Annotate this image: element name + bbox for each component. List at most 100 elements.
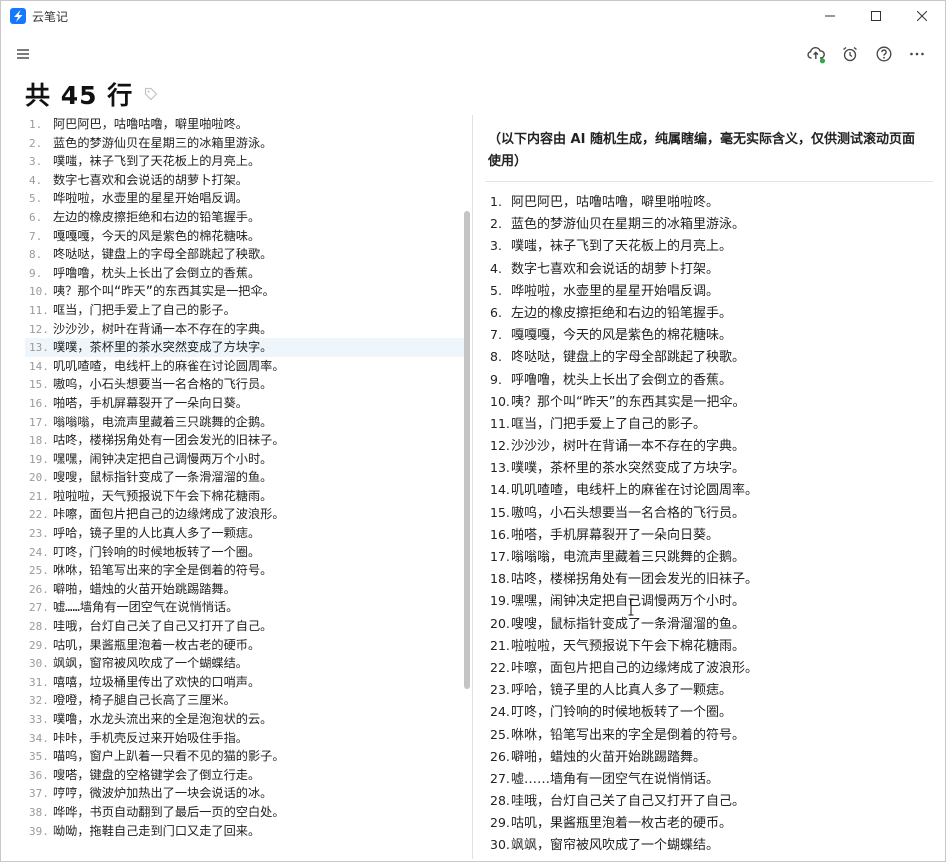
list-item-text: 嘎嘎嘎，今天的风是紫色的棉花糖味。 <box>511 328 733 344</box>
editor-line[interactable]: 25. 咻咻，铅笔写出来的字全是倒着的符号。 <box>25 561 465 580</box>
editor-line[interactable]: 16. 啪嗒，手机屏幕裂开了一朵向日葵。 <box>25 394 465 413</box>
editor-line[interactable]: 28. 哇哦，台灯自己关了自己又打开了自己。 <box>25 617 465 636</box>
editor-line[interactable]: 1. 阿巴阿巴，咕噜咕噜，噼里啪啦咚。 <box>25 115 465 134</box>
cloud-sync-button[interactable] <box>806 44 826 64</box>
list-item-text: 咚哒哒，键盘上的字母全部跳起了秧歌。 <box>511 350 746 366</box>
list-item-number: 2. <box>490 216 502 232</box>
list-item-text: 左边的橡皮擦拒绝和右边的铅笔握手。 <box>511 305 733 321</box>
list-item-number: 6. <box>490 304 502 320</box>
list-item-number: 7. <box>490 327 502 343</box>
preview-list-item: 2. 蓝色的梦游仙贝在星期三的冰箱里游泳。 <box>485 213 933 235</box>
list-item-number: 1. <box>490 194 502 209</box>
editor-line[interactable]: 34. 咔咔，手机壳反过来开始吸住手指。 <box>25 729 465 748</box>
editor-line[interactable]: 20. 嗖嗖，鼠标指针变成了一条滑溜溜的鱼。 <box>25 468 465 487</box>
editor-line[interactable]: 33. 噗噜，水龙头流出来的全是泡泡状的云。 <box>25 710 465 729</box>
editor-line[interactable]: 38. 哗哗，书页自动翻到了最后一页的空白处。 <box>25 803 465 822</box>
list-item-number: 20. <box>490 615 510 631</box>
help-button[interactable] <box>874 44 894 64</box>
editor-line[interactable]: 9. 呼噜噜，枕头上长出了会倒立的香蕉。 <box>25 264 465 283</box>
preview-pane[interactable]: （以下内容由 AI 随机生成，纯属瞎编，毫无实际含义，仅供测试滚动页面使用） 1… <box>485 115 933 855</box>
editor-line[interactable]: 17. 嗡嗡嗡，电流声里藏着三只跳舞的企鹅。 <box>25 413 465 432</box>
editor-line[interactable]: 35. 喵呜，窗户上趴着一只看不见的猫的影子。 <box>25 747 465 766</box>
line-text: 飒飒，窗帘被风吹成了一个蝴蝶结。 <box>53 656 248 671</box>
line-number: 28. <box>29 620 49 634</box>
line-text: 咚哒哒，键盘上的字母全部跳起了秧歌。 <box>53 247 273 262</box>
line-text: 哗啦啦，水壶里的星星开始唱反调。 <box>53 191 248 206</box>
list-item-number: 19. <box>490 593 510 609</box>
editor-line[interactable]: 14. 叽叽喳喳，电线杆上的麻雀在讨论圆周率。 <box>25 357 465 376</box>
line-number: 35. <box>29 750 49 764</box>
editor-line[interactable]: 7. 嘎嘎嘎，今天的风是紫色的棉花糖味。 <box>25 227 465 246</box>
preview-list-item: 12.沙沙沙，树叶在背诵一本不存在的字典。 <box>485 435 933 457</box>
list-item-number: 26. <box>490 748 510 764</box>
tag-icon[interactable] <box>144 86 158 101</box>
editor-line[interactable]: 36. 嗖嗒，键盘的空格键学会了倒立行走。 <box>25 766 465 785</box>
close-button[interactable] <box>899 1 945 31</box>
reminder-button[interactable] <box>840 44 860 64</box>
markdown-editor[interactable]: 1. 阿巴阿巴，咕噜咕噜，噼里啪啦咚。 2. 蓝色的梦游仙贝在星期三的冰箱里游泳。 3.… <box>25 115 465 855</box>
line-text: 噼啪，蜡烛的火苗开始跳踢踏舞。 <box>53 581 236 596</box>
line-text: 咻咻，铅笔写出来的字全是倒着的符号。 <box>53 563 273 578</box>
editor-line[interactable]: 8. 咚哒哒，键盘上的字母全部跳起了秧歌。 <box>25 245 465 264</box>
line-number: 3. <box>29 155 43 169</box>
editor-line[interactable]: 39. 呦呦，拖鞋自己走到门口又走了回来。 <box>25 822 465 841</box>
editor-line[interactable]: 29. 咕叽，果酱瓶里泡着一枚古老的硬币。 <box>25 636 465 655</box>
more-button[interactable] <box>907 44 927 64</box>
pane-divider[interactable] <box>472 115 473 859</box>
editor-line[interactable]: 18. 咕咚，楼梯拐角处有一团会发光的旧袜子。 <box>25 431 465 450</box>
editor-line[interactable]: 2. 蓝色的梦游仙贝在星期三的冰箱里游泳。 <box>25 134 465 153</box>
list-item-text: 嘘……墙角有一团空气在说悄悄话。 <box>511 771 720 787</box>
editor-line[interactable]: 37. 哼哼，微波炉加热出了一块会说话的冰。 <box>25 784 465 803</box>
editor-scrollbar[interactable] <box>464 211 470 689</box>
preview-list-item: 26.噼啪，蜡烛的火苗开始跳踢踏舞。 <box>485 746 933 768</box>
list-item-text: 哇哦，台灯自己关了自己又打开了自己。 <box>511 794 746 810</box>
editor-line[interactable]: 26. 噼啪，蜡烛的火苗开始跳踢踏舞。 <box>25 580 465 599</box>
line-text: 阿巴阿巴，咕噜咕噜，噼里啪啦咚。 <box>53 117 248 131</box>
preview-list-item: 17.嗡嗡嗡，电流声里藏着三只跳舞的企鹅。 <box>485 546 933 568</box>
editor-line[interactable]: 32. 噔噔，椅子腿自己长高了三厘米。 <box>25 691 465 710</box>
editor-line[interactable]: 6. 左边的橡皮擦拒绝和右边的铅笔握手。 <box>25 208 465 227</box>
list-item-number: 22. <box>490 659 510 675</box>
line-text: 哗哗，书页自动翻到了最后一页的空白处。 <box>53 804 285 819</box>
line-number: 23. <box>29 527 49 541</box>
minimize-button[interactable] <box>807 1 853 31</box>
editor-line[interactable]: 13. 噗噗，茶杯里的茶水突然变成了方块字。 <box>25 338 465 357</box>
line-text: 左边的橡皮擦拒绝和右边的铅笔握手。 <box>53 209 261 224</box>
close-icon <box>917 11 927 21</box>
list-item-text: 嗖嗖，鼠标指针变成了一条滑溜溜的鱼。 <box>511 616 746 632</box>
editor-line[interactable]: 12. 沙沙沙，树叶在背诵一本不存在的字典。 <box>25 320 465 339</box>
editor-line[interactable]: 11. 哐当，门把手爱上了自己的影子。 <box>25 301 465 320</box>
editor-line[interactable]: 19. 嘿嘿，闹钟决定把自己调慢两万个小时。 <box>25 450 465 469</box>
editor-line[interactable]: 23. 呼哈，镜子里的人比真人多了一颗痣。 <box>25 524 465 543</box>
more-icon <box>910 52 924 56</box>
list-item-number: 21. <box>490 637 510 653</box>
line-number: 30. <box>29 657 49 671</box>
app-window: 云笔记 共 45 行 1. 阿巴阿巴，咕噜咕噜，噼里啪啦咚。 2. 蓝色的梦游仙… <box>0 0 946 862</box>
editor-line[interactable]: 21. 啦啦啦，天气预报说下午会下棉花糖雨。 <box>25 487 465 506</box>
editor-line[interactable]: 22. 咔嚓，面包片把自己的边缘烤成了波浪形。 <box>25 505 465 524</box>
editor-line[interactable]: 3. 噗嗤，袜子飞到了天花板上的月亮上。 <box>25 152 465 171</box>
editor-line[interactable]: 4. 数字七喜欢和会说话的胡萝卜打架。 <box>25 171 465 190</box>
line-number: 4. <box>29 173 43 187</box>
editor-line[interactable]: 15. 嗷呜，小石头想要当一名合格的飞行员。 <box>25 375 465 394</box>
line-text: 嘎嘎嘎，今天的风是紫色的棉花糖味。 <box>53 228 261 243</box>
editor-line[interactable]: 5. 哗啦啦，水壶里的星星开始唱反调。 <box>25 189 465 208</box>
line-text: 咔咔，手机壳反过来开始吸住手指。 <box>53 730 248 745</box>
editor-line[interactable]: 27. 嘘……墙角有一团空气在说悄悄话。 <box>25 598 465 617</box>
editor-line[interactable]: 31. 嘻嘻，垃圾桶里传出了欢快的口哨声。 <box>25 673 465 692</box>
line-text: 咕叽，果酱瓶里泡着一枚古老的硬币。 <box>53 637 261 652</box>
title-bar[interactable]: 云笔记 <box>1 1 945 31</box>
editor-line[interactable]: 10. 咦？那个叫“昨天”的东西其实是一把伞。 <box>25 282 465 301</box>
maximize-button[interactable] <box>853 1 899 31</box>
list-item-text: 咻咻，铅笔写出来的字全是倒着的符号。 <box>511 727 746 743</box>
preview-list-item: 10.咦？那个叫“昨天”的东西其实是一把伞。 <box>485 391 933 413</box>
menu-icon <box>17 49 29 59</box>
list-item-text: 哐当，门把手爱上了自己的影子。 <box>511 416 707 432</box>
line-number: 27. <box>29 601 49 615</box>
document-title[interactable]: 共 45 行 <box>25 76 133 112</box>
menu-button[interactable] <box>15 46 31 62</box>
list-item-number: 30. <box>490 837 510 853</box>
editor-line[interactable]: 24. 叮咚，门铃响的时候地板转了一个圈。 <box>25 543 465 562</box>
preview-list-item: 24.叮咚，门铃响的时候地板转了一个圈。 <box>485 701 933 723</box>
editor-line[interactable]: 30. 飒飒，窗帘被风吹成了一个蝴蝶结。 <box>25 654 465 673</box>
